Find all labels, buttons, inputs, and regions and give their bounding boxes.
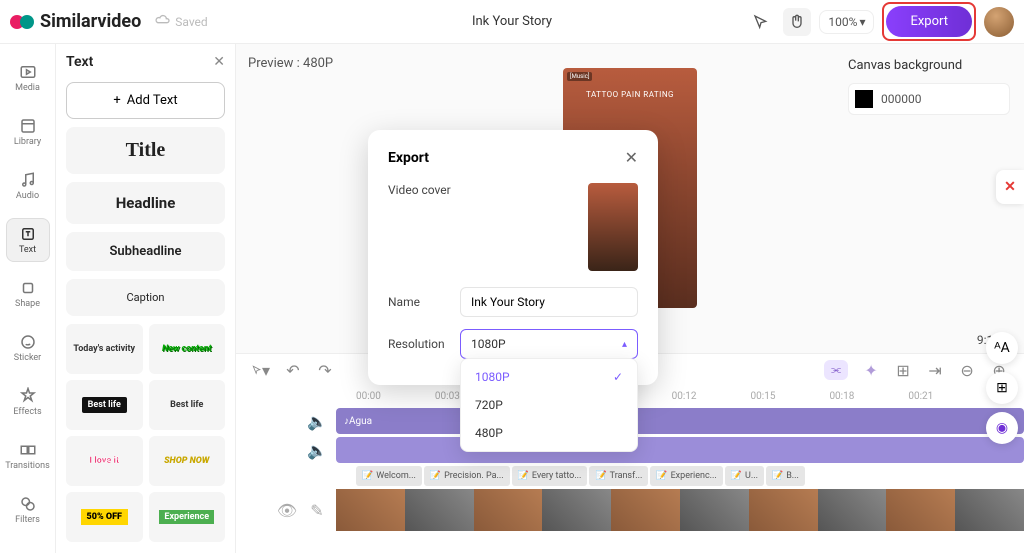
text-clip[interactable]: 📝Experienc... xyxy=(650,466,722,486)
pointer-tool-timeline[interactable]: ▾ xyxy=(252,361,270,379)
color-swatch xyxy=(855,90,873,108)
mute-icon[interactable]: 🔈 xyxy=(308,441,326,459)
text-clip[interactable]: 📝Every tatto... xyxy=(512,466,588,486)
export-button[interactable]: Export xyxy=(886,6,972,37)
split-button[interactable]: ⊞ xyxy=(894,361,912,379)
nav-text[interactable]: Text xyxy=(6,218,50,262)
close-icon[interactable]: ✕ xyxy=(213,54,225,70)
preset-experience[interactable]: Experience xyxy=(149,492,226,542)
resolution-dropdown: 1080P✓ 720P 480P xyxy=(460,358,638,452)
text-style-title[interactable]: Title xyxy=(66,127,225,174)
text-style-subheadline[interactable]: Subheadline xyxy=(66,232,225,271)
resolution-label: Resolution xyxy=(388,337,450,351)
background-color-picker[interactable]: 000000 xyxy=(848,83,1010,115)
right-panel-title: Canvas background xyxy=(848,58,1010,73)
nav-library[interactable]: Library xyxy=(6,110,50,154)
preset-best-life-dark[interactable]: Best life xyxy=(66,380,143,430)
hand-tool[interactable] xyxy=(783,8,811,36)
preset-50-off[interactable]: 50% OFF xyxy=(66,492,143,542)
mute-icon[interactable]: 🔈 xyxy=(308,412,326,430)
plus-icon: + xyxy=(113,93,120,108)
saved-label: Saved xyxy=(175,15,207,29)
auto-subtitle-button[interactable]: ᴬA xyxy=(986,332,1018,364)
video-cover-thumbnail[interactable] xyxy=(588,183,638,271)
export-modal: Export ✕ Video cover Name Resolution 108… xyxy=(368,130,658,385)
saved-indicator: Saved xyxy=(155,12,207,31)
text-track: 📝Welcom... 📝Precision. Pa... 📝Every tatt… xyxy=(336,466,1024,486)
text-clip[interactable]: 📝Precision. Pa... xyxy=(424,466,510,486)
resolution-option-1080p[interactable]: 1080P✓ xyxy=(461,363,637,391)
nav-shape[interactable]: Shape xyxy=(6,272,50,316)
nav-sticker[interactable]: Sticker xyxy=(6,326,50,370)
left-nav: Media Library Audio Text Shape Sticker E… xyxy=(0,44,56,553)
ai-assistant-button[interactable]: ◉ xyxy=(986,412,1018,444)
text-style-headline[interactable]: Headline xyxy=(66,182,225,224)
cloud-icon xyxy=(155,12,171,31)
preset-i-love-it[interactable]: I love it xyxy=(66,436,143,486)
project-title: Ink Your Story xyxy=(472,14,552,29)
name-input[interactable] xyxy=(460,287,638,317)
video-track[interactable] xyxy=(336,489,1024,531)
collapse-right-tab[interactable]: ✕ xyxy=(996,170,1024,204)
visibility-icon[interactable]: 👁 xyxy=(278,501,296,519)
preset-todays-activity[interactable]: Today's activity xyxy=(66,324,143,374)
preset-best-life[interactable]: Best life xyxy=(149,380,226,430)
edit-icon[interactable]: ✎ xyxy=(308,501,326,519)
fit-button[interactable]: ⇥ xyxy=(926,361,944,379)
video-cover-label: Video cover xyxy=(388,183,451,197)
text-panel: Text ✕ +Add Text Title Headline Subheadl… xyxy=(56,44,236,553)
text-style-caption[interactable]: Caption xyxy=(66,279,225,316)
nav-transitions[interactable]: Transitions xyxy=(6,434,50,478)
audio-clip[interactable]: ♪ Agua xyxy=(336,408,1024,434)
chevron-down-icon: ▾ xyxy=(859,15,865,29)
text-clip[interactable]: 📝B... xyxy=(766,466,805,486)
brand-logo xyxy=(10,15,34,29)
redo-button[interactable]: ↷ xyxy=(316,361,334,379)
text-clip[interactable]: 📝Welcom... xyxy=(356,466,422,486)
snap-toggle[interactable]: ✦ xyxy=(862,361,880,379)
nav-effects[interactable]: Effects xyxy=(6,380,50,424)
check-icon: ✓ xyxy=(613,370,623,384)
canvas-background-panel: Canvas background 000000 xyxy=(834,44,1024,129)
resolution-option-480p[interactable]: 480P xyxy=(461,419,637,447)
zoom-out-timeline[interactable]: ⊖ xyxy=(958,361,976,379)
panel-title: Text xyxy=(66,54,93,70)
nav-audio[interactable]: Audio xyxy=(6,164,50,208)
link-clips-toggle[interactable]: ⫘ xyxy=(824,360,848,380)
apps-button[interactable]: ⊞ xyxy=(986,372,1018,404)
nav-filters[interactable]: Filters xyxy=(6,488,50,532)
text-clip[interactable]: 📝Transf... xyxy=(589,466,648,486)
name-label: Name xyxy=(388,295,450,309)
avatar[interactable] xyxy=(984,7,1014,37)
close-icon[interactable]: ✕ xyxy=(625,148,638,167)
add-text-button[interactable]: +Add Text xyxy=(66,82,225,119)
nav-media[interactable]: Media xyxy=(6,56,50,100)
preset-shop-now[interactable]: SHOP NOW xyxy=(149,436,226,486)
resolution-option-720p[interactable]: 720P xyxy=(461,391,637,419)
preset-new-content[interactable]: New content xyxy=(149,324,226,374)
zoom-level[interactable]: 100% ▾ xyxy=(819,10,874,34)
voice-clip[interactable] xyxy=(336,437,1024,463)
undo-button[interactable]: ↶ xyxy=(284,361,302,379)
chevron-up-icon: ▴ xyxy=(622,339,627,350)
brand-name: Similarvideo xyxy=(40,11,141,32)
text-clip[interactable]: 📝U... xyxy=(725,466,764,486)
resolution-select[interactable]: 1080P ▴ xyxy=(460,329,638,359)
pointer-tool[interactable] xyxy=(747,8,775,36)
modal-title: Export xyxy=(388,150,429,166)
